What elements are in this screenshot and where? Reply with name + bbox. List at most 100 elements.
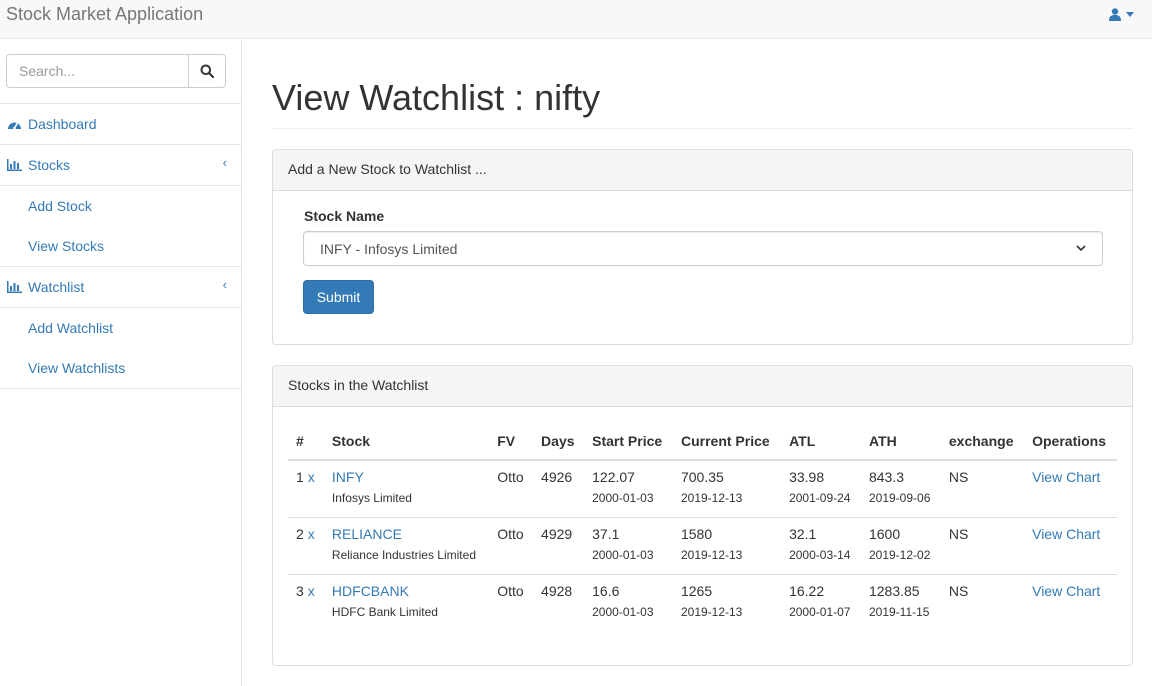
column-header: #: [288, 425, 324, 461]
bar-chart-icon: [7, 158, 23, 172]
table-row: 2x RELIANCE Reliance Industries Limited O…: [288, 517, 1117, 575]
current-price: 1580: [680, 525, 713, 542]
column-header: Stock: [323, 425, 490, 461]
chevron-down-icon: [1076, 245, 1086, 252]
table-header-row: # Stock FV Days Start Price Current Pric…: [288, 425, 1117, 461]
start-price: 37.1: [592, 525, 620, 542]
submit-button[interactable]: Submit: [303, 280, 374, 314]
watchlist-submenu: Add Watchlist View Watchlists: [0, 308, 241, 389]
column-header: Current Price: [672, 425, 782, 461]
row-number: 3: [296, 582, 304, 599]
select-value: INFY - Infosys Limited: [320, 240, 458, 257]
stock-name-label: Stock Name: [304, 208, 385, 224]
search-input[interactable]: [6, 54, 188, 88]
stock-symbol-link[interactable]: RELIANCE: [332, 526, 402, 542]
stock-symbol-link[interactable]: HDFCBANK: [332, 583, 409, 599]
sidebar-item-label: Stocks: [28, 157, 71, 173]
row-number: 2: [296, 525, 304, 542]
sidebar-item-add-stock[interactable]: Add Stock: [0, 186, 241, 226]
stock-symbol-link[interactable]: INFY: [332, 469, 364, 485]
exchange-cell: NS: [940, 517, 1025, 575]
sidebar-search: [0, 39, 241, 104]
dashboard-icon: [7, 117, 23, 131]
column-header: ATL: [781, 425, 861, 461]
start-price: 16.6: [592, 582, 620, 599]
stock-name: Reliance Industries Limited: [331, 547, 476, 562]
sidebar-item-watchlist[interactable]: Watchlist ‹: [0, 267, 241, 308]
table-row: 1x INFY Infosys Limited Otto 4926 122.07 2…: [288, 460, 1117, 518]
chevron-left-icon: ‹: [222, 155, 227, 170]
current-date: 2019-12-13: [680, 604, 743, 619]
sidebar-item-stocks[interactable]: Stocks ‹: [0, 145, 241, 186]
atl-value: 33.98: [789, 469, 825, 485]
remove-stock-button[interactable]: x: [308, 469, 315, 485]
fv-cell: Otto: [497, 582, 524, 599]
chevron-down-icon: [1126, 11, 1134, 17]
view-chart-link[interactable]: View Chart: [1032, 469, 1100, 485]
sidebar-item-label: Watchlist: [28, 279, 85, 295]
sidebar-item-label: Dashboard: [28, 116, 97, 132]
table-row: 3x HDFCBANK HDFC Bank Limited Otto 4928 1…: [288, 574, 1117, 631]
atl-value: 16.22: [789, 582, 825, 599]
ath-value: 1283.85: [868, 582, 920, 599]
days-cell: 4929: [533, 517, 585, 575]
ath-date: 2019-09-06: [868, 491, 931, 505]
bar-chart-icon: [7, 280, 23, 294]
fv-cell: Otto: [489, 517, 534, 575]
column-header: Start Price: [584, 425, 673, 461]
atl-date: 2000-01-07: [789, 604, 851, 619]
stock-name: HDFC Bank Limited: [331, 604, 438, 619]
ath-value: 843.3: [868, 469, 905, 485]
days-cell: 4926: [533, 460, 585, 518]
search-icon: [200, 64, 214, 78]
sidebar-item-dashboard[interactable]: Dashboard: [0, 104, 241, 145]
app-title[interactable]: Stock Market Application: [6, 4, 203, 25]
column-header: exchange: [940, 425, 1025, 461]
start-date: 2000-01-03: [592, 491, 654, 505]
atl-value: 32.1: [789, 525, 817, 542]
current-date: 2019-12-13: [680, 547, 743, 562]
panel-heading: Stocks in the Watchlist: [273, 366, 1132, 407]
user-menu[interactable]: [1109, 6, 1134, 22]
atl-date: 2001-09-24: [789, 491, 851, 505]
ath-date: 2019-12-02: [868, 547, 931, 562]
sidebar: Dashboard Stocks ‹ Add Stock View Stocks: [0, 39, 242, 686]
remove-stock-button[interactable]: x: [308, 583, 315, 599]
current-date: 2019-12-13: [680, 491, 743, 505]
start-date: 2000-01-03: [592, 604, 654, 619]
search-button[interactable]: [188, 54, 226, 88]
ath-value: 1600: [868, 525, 901, 542]
days-cell: 4928: [541, 582, 573, 599]
stock-name: Infosys Limited: [331, 491, 412, 505]
watchlist-stocks-panel: Stocks in the Watchlist # Stock FV Days …: [272, 365, 1133, 666]
sidebar-item-view-watchlists[interactable]: View Watchlists: [0, 348, 241, 388]
stocks-submenu: Add Stock View Stocks: [0, 186, 241, 267]
column-header: FV: [489, 425, 534, 461]
column-header: Operations: [1024, 425, 1117, 461]
view-chart-link[interactable]: View Chart: [1032, 583, 1100, 599]
top-navbar: Stock Market Application: [0, 0, 1152, 39]
stock-name-select[interactable]: INFY - Infosys Limited: [303, 231, 1103, 266]
current-price: 700.35: [680, 469, 724, 485]
add-stock-panel: Add a New Stock to Watchlist ... Stock N…: [272, 149, 1133, 345]
page-title: View Watchlist : nifty: [272, 77, 601, 118]
row-number: 1: [296, 469, 304, 485]
chevron-left-icon: ‹: [222, 277, 227, 292]
column-header: ATH: [860, 425, 941, 461]
remove-stock-button[interactable]: x: [308, 526, 315, 542]
atl-date: 2000-03-14: [789, 547, 851, 562]
sidebar-item-add-watchlist[interactable]: Add Watchlist: [0, 308, 241, 348]
exchange-cell: NS: [940, 460, 1025, 518]
exchange-cell: NS: [948, 582, 969, 599]
ath-date: 2019-11-15: [868, 604, 930, 619]
start-date: 2000-01-03: [592, 547, 654, 562]
user-icon: [1109, 7, 1121, 21]
divider: [272, 128, 1133, 129]
fv-cell: Otto: [489, 460, 534, 518]
sidebar-item-view-stocks[interactable]: View Stocks: [0, 226, 241, 266]
watchlist-table: # Stock FV Days Start Price Current Pric…: [288, 425, 1117, 631]
start-price: 122.07: [592, 469, 635, 485]
panel-heading: Add a New Stock to Watchlist ...: [273, 150, 1132, 191]
view-chart-link[interactable]: View Chart: [1032, 526, 1100, 542]
current-price: 1265: [680, 582, 713, 599]
